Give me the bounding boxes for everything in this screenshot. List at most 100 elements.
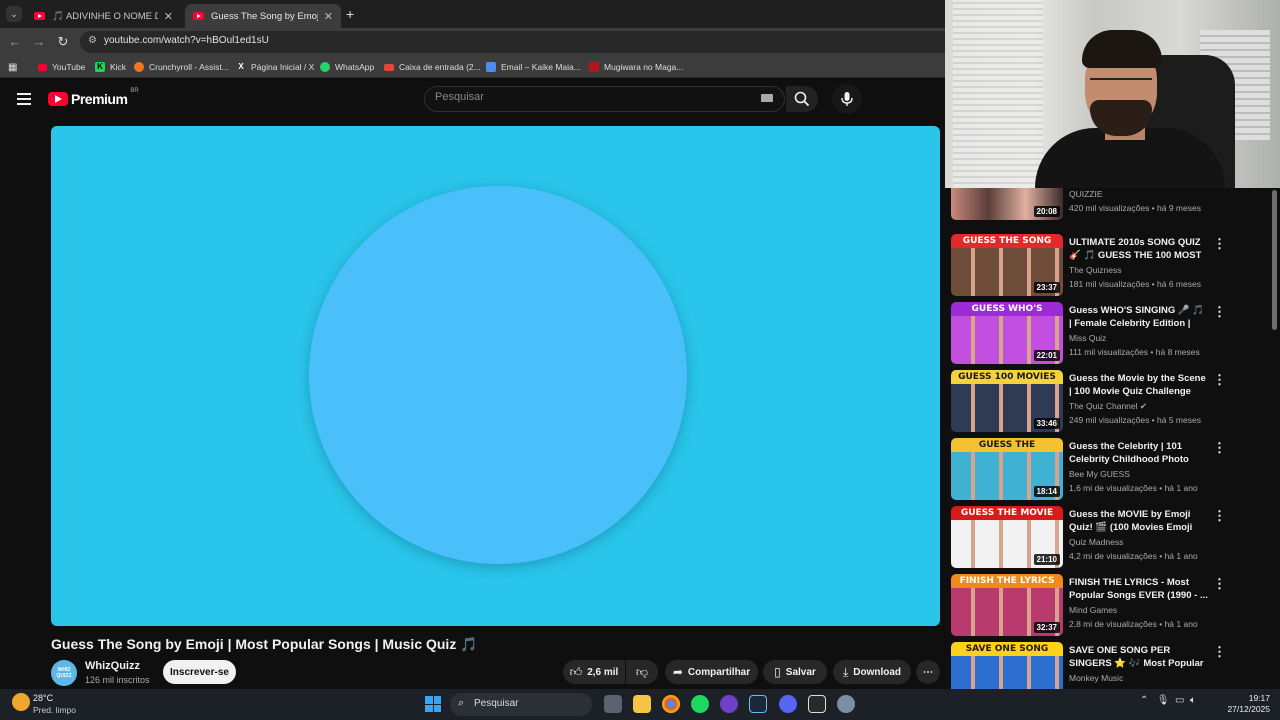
network-icon[interactable]: ▭: [1175, 695, 1184, 706]
video-channel: Miss Quiz: [1069, 333, 1107, 343]
video-thumbnail: SAVE ONE SONG: [951, 642, 1063, 689]
like-count: 2,6 mil: [587, 666, 619, 678]
video-frame-circle: [309, 186, 687, 564]
list-item[interactable]: GUESS WHO'S SINGING 22:01 Guess WHO'S SING…: [951, 302, 1271, 364]
list-item[interactable]: 20:08 QUIZZIE 420 mil visualizações • há…: [951, 188, 1271, 220]
download-button[interactable]: ⤓ Download: [833, 660, 911, 684]
tab-search-button[interactable]: ⌄: [6, 6, 22, 22]
bookmark-kick[interactable]: K Kick: [95, 60, 126, 74]
taskbar-search[interactable]: ⌕ Pesquisar: [450, 693, 592, 716]
more-vert-icon[interactable]: ⋮: [1213, 508, 1226, 524]
share-button[interactable]: ➦ Compartilhar: [665, 660, 758, 684]
list-item[interactable]: SAVE ONE SONG SAVE ONE SONG PER SINGERS ⭐…: [951, 642, 1271, 689]
sidebar-scrollbar[interactable]: [1272, 190, 1277, 330]
github-desktop-icon[interactable]: [720, 695, 738, 713]
more-vert-icon[interactable]: ⋮: [1213, 644, 1226, 660]
youtube-favicon-icon: [34, 12, 45, 20]
clock[interactable]: 19:17 27/12/2025: [1210, 693, 1270, 715]
apps-grid-icon[interactable]: ▦: [8, 60, 17, 74]
close-tab-icon[interactable]: ✕: [164, 10, 173, 23]
channel-name[interactable]: WhizQuizz: [85, 660, 140, 672]
video-duration: 21:10: [1033, 554, 1060, 565]
menu-icon[interactable]: [17, 93, 31, 105]
video-meta: 111 mil visualizações • há 8 meses: [1069, 347, 1200, 357]
thumbnail-banner: GUESS THE MOVIE: [951, 506, 1063, 520]
forward-icon[interactable]: →: [30, 33, 48, 51]
more-vert-icon[interactable]: ⋮: [1213, 236, 1226, 252]
video-player[interactable]: [51, 126, 940, 626]
search-button[interactable]: [786, 86, 818, 112]
subscribe-button[interactable]: Inscrever-se: [163, 660, 236, 684]
system-tray[interactable]: ⌃ 🎙︎ ▭ 🔈︎: [1140, 695, 1196, 706]
bookmark-icon: ▯: [774, 665, 781, 679]
video-meta: 1,6 mi de visualizações • há 1 ano: [1069, 483, 1198, 493]
more-vert-icon[interactable]: ⋮: [1213, 440, 1226, 456]
windows-taskbar: 28°C Pred. limpo ⌕ Pesquisar ⌃ 🎙︎ ▭ 🔈︎ 1…: [0, 689, 1280, 720]
bookmark-youtube[interactable]: YouTube: [38, 60, 85, 74]
video-channel: QUIZZIE: [1069, 189, 1103, 199]
more-vert-icon[interactable]: ⋮: [1213, 576, 1226, 592]
more-actions-button[interactable]: ⋯: [916, 660, 940, 684]
weather-condition: Pred. limpo: [33, 705, 76, 715]
more-vert-icon[interactable]: ⋮: [1213, 304, 1226, 320]
video-meta: 420 mil visualizações • há 9 meses: [1069, 203, 1201, 213]
bookmark-gmail[interactable]: Caixa de entrada (2...: [384, 60, 481, 74]
chevron-up-icon[interactable]: ⌃: [1140, 695, 1148, 706]
clock-date: 27/12/2025: [1227, 704, 1270, 714]
epic-games-icon[interactable]: [808, 695, 826, 713]
bookmark-crunchyroll[interactable]: Crunchyroll - Assist...: [134, 60, 229, 74]
new-tab-button[interactable]: +: [346, 6, 354, 22]
reload-icon[interactable]: ↻: [54, 33, 72, 51]
steam-icon[interactable]: [749, 695, 767, 713]
chrome-icon[interactable]: [662, 695, 680, 713]
browser-tab-1[interactable]: Guess The Song by Emoji | Mos ✕: [185, 4, 341, 28]
bookmark-whatsapp[interactable]: WhatsApp: [320, 60, 374, 74]
download-label: Download: [853, 666, 902, 678]
youtube-premium-logo[interactable]: Premium BR: [48, 88, 139, 107]
channel-avatar[interactable]: WHIZ QUIZZ: [51, 660, 77, 686]
thumbnail-banner: SAVE ONE SONG: [951, 642, 1063, 656]
voice-search-button[interactable]: [832, 84, 862, 114]
task-view-icon[interactable]: [604, 695, 622, 713]
microphone-icon[interactable]: 🎙︎: [1157, 695, 1170, 706]
spotify-icon[interactable]: [691, 695, 709, 713]
list-item[interactable]: FINISH THE LYRICS 32:37 FINISH THE LYRICS …: [951, 574, 1271, 636]
thumbnail-banner: GUESS THE SONG: [951, 234, 1063, 248]
clock-time: 19:17: [1248, 693, 1270, 703]
video-channel: The Quiz Channel ✔: [1069, 401, 1147, 411]
volume-icon[interactable]: 🔈︎: [1190, 695, 1196, 706]
list-item[interactable]: GUESS THE CELEBRITY 18:14 Guess the Celebr…: [951, 438, 1271, 500]
download-icon: ⤓: [842, 664, 849, 679]
list-item[interactable]: GUESS 100 MOVIES 33:46 Guess the Movie by …: [951, 370, 1271, 432]
thumbnail-banner: GUESS 100 MOVIES: [951, 370, 1063, 384]
site-info-icon[interactable]: ⚙: [88, 35, 97, 46]
windows-start-icon[interactable]: [425, 696, 441, 712]
browser-tab-0[interactable]: 🎵 ADIVINHE O NOME DO CAN ✕: [26, 4, 181, 28]
search-input[interactable]: [435, 91, 735, 103]
like-button[interactable]: 👍︎ 2,6 mil: [563, 660, 625, 684]
discord-icon[interactable]: [779, 695, 797, 713]
video-thumbnail: FINISH THE LYRICS 32:37: [951, 574, 1063, 636]
weather-icon[interactable]: [12, 693, 30, 711]
keyboard-icon[interactable]: [761, 94, 773, 102]
browser-toolbar: ← → ↻ ⚙ youtube.com/watch?v=hBOul1ed1sU: [0, 28, 945, 56]
bookmark-email[interactable]: Email – Kaike Maia...: [486, 60, 581, 74]
video-thumbnail: GUESS THE SONG 23:37: [951, 234, 1063, 296]
save-button[interactable]: ▯ Salvar: [763, 660, 827, 684]
list-item[interactable]: GUESS THE SONG 23:37 ULTIMATE 2010s SONG Q…: [951, 234, 1271, 296]
thumbnail-banner: GUESS THE CELEBRITY: [951, 438, 1063, 464]
close-tab-icon[interactable]: ✕: [324, 10, 333, 23]
dislike-button[interactable]: 👎︎: [626, 660, 658, 684]
bookmark-label: Crunchyroll - Assist...: [149, 62, 229, 72]
file-explorer-icon[interactable]: [633, 695, 651, 713]
video-meta: 4,2 mi de visualizações • há 1 ano: [1069, 551, 1198, 561]
video-duration: 32:37: [1033, 622, 1060, 633]
bookmark-x[interactable]: X Página Inicial / X: [236, 60, 314, 74]
settings-icon[interactable]: [837, 695, 855, 713]
bookmark-mugiwara[interactable]: Mugiwara no Maga...: [589, 60, 683, 74]
back-icon[interactable]: ←: [6, 33, 24, 51]
address-bar[interactable]: ⚙ youtube.com/watch?v=hBOul1ed1sU: [80, 31, 945, 53]
more-vert-icon[interactable]: ⋮: [1213, 372, 1226, 388]
list-item[interactable]: GUESS THE MOVIE 21:10 Guess the MOVIE by E…: [951, 506, 1271, 568]
taskbar-search-label: Pesquisar: [474, 698, 519, 709]
